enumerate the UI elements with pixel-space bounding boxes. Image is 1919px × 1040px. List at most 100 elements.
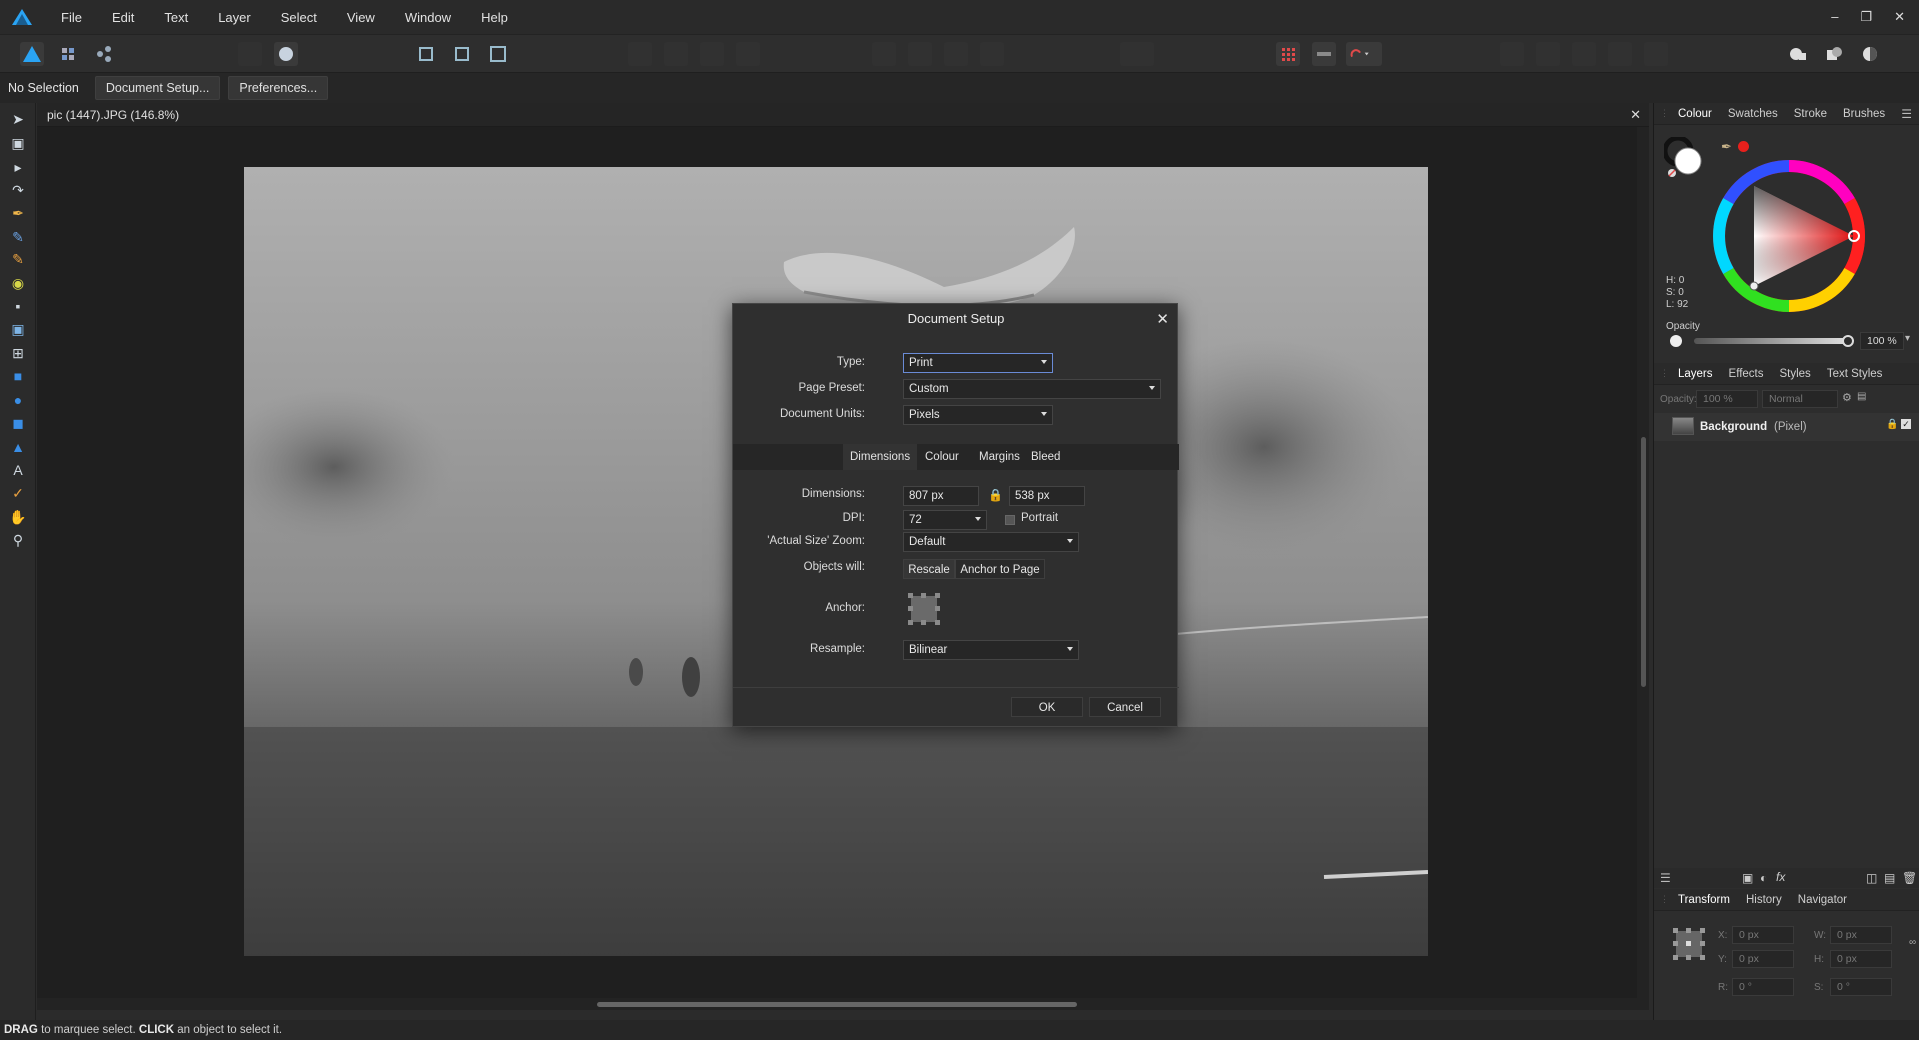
fill-stroke-swatches[interactable] [1662, 135, 1702, 177]
tab-history[interactable]: History [1738, 894, 1790, 906]
panel-grip-icon[interactable]: ⋮ [1660, 894, 1670, 905]
layer-row-background[interactable]: Background (Pixel) 🔒 ✓ [1654, 413, 1919, 441]
tab-colour[interactable]: Colour [918, 444, 966, 470]
artboard-tool-icon[interactable]: ▣ [8, 133, 28, 153]
transform-h-field[interactable]: 0 px [1830, 950, 1892, 968]
node-tool-icon[interactable]: ▸ [8, 157, 28, 177]
delete-layer-icon[interactable]: 🗑 [1902, 871, 1917, 885]
opacity-field[interactable]: 100 % [1860, 332, 1904, 350]
tab-dimensions[interactable]: Dimensions [843, 444, 918, 470]
document-setup-button[interactable]: Document Setup... [94, 76, 221, 100]
page-preset-dropdown[interactable]: Custom [903, 379, 1161, 399]
layers-stack-icon[interactable]: ☰ [1660, 871, 1671, 885]
pixel-persona-icon[interactable] [56, 42, 80, 66]
tab-text-styles[interactable]: Text Styles [1819, 368, 1891, 380]
tab-swatches[interactable]: Swatches [1720, 108, 1786, 120]
blend-mode-dropdown[interactable]: Normal [1762, 390, 1838, 408]
transform-x-field[interactable]: 0 px [1732, 926, 1794, 944]
menu-help[interactable]: Help [466, 10, 523, 25]
zoom-tool-icon[interactable]: ⚲ [8, 530, 28, 550]
portrait-checkbox[interactable] [1005, 515, 1015, 525]
restore-icon[interactable]: ❐ [1860, 9, 1872, 25]
layers-opacity-field[interactable]: 100 % [1696, 390, 1758, 408]
anchor-grid-icon[interactable] [907, 592, 941, 626]
menu-edit[interactable]: Edit [97, 10, 149, 25]
designer-persona-icon[interactable] [20, 42, 44, 66]
preferences-button[interactable]: Preferences... [228, 76, 329, 100]
tb-assistant-icon[interactable] [274, 42, 298, 66]
tab-transform[interactable]: Transform [1670, 894, 1738, 906]
corner-tool-icon[interactable]: ↷ [8, 180, 28, 200]
fill-tool-icon[interactable]: ◉ [8, 273, 28, 293]
gear-icon[interactable]: ⚙ [1842, 391, 1852, 404]
colour-picker-tool-icon[interactable]: ✓ [8, 483, 28, 503]
hand-tool-icon[interactable]: ✋ [8, 507, 28, 527]
group-layers-icon[interactable]: ▤ [1884, 871, 1895, 885]
lock-icon[interactable]: ▤ [1857, 391, 1866, 402]
selection-box-icon[interactable] [486, 42, 510, 66]
rescale-button[interactable]: Rescale [903, 559, 955, 579]
height-input[interactable]: 538 px [1009, 486, 1085, 506]
transform-s-field[interactable]: 0 ° [1830, 978, 1892, 996]
document-tab-title[interactable]: pic (1447).JPG (146.8%) [47, 108, 179, 122]
place-image-tool-icon[interactable]: ▣ [8, 319, 28, 339]
colour-mode-icon[interactable] [1858, 42, 1882, 66]
tab-margins[interactable]: Margins [972, 444, 1027, 470]
cancel-button[interactable]: Cancel [1089, 697, 1161, 717]
menu-file[interactable]: File [46, 10, 97, 25]
eyedropper-icon[interactable]: ✒ [1721, 139, 1732, 155]
colour-wheel[interactable] [1712, 159, 1866, 313]
snapping-magnet-icon[interactable] [1346, 42, 1382, 66]
horizontal-scroll-thumb[interactable] [597, 1002, 1077, 1007]
pen-tool-icon[interactable]: ✒ [8, 203, 28, 223]
text-tool-icon[interactable]: A [8, 460, 28, 480]
dialog-close-icon[interactable]: ✕ [1156, 310, 1169, 328]
export-persona-icon[interactable] [92, 42, 116, 66]
vertical-scrollbar[interactable] [1637, 127, 1649, 998]
quick-mask-icon[interactable] [1786, 42, 1810, 66]
transform-anchor-icon[interactable] [1672, 927, 1706, 961]
width-input[interactable]: 807 px [903, 486, 979, 506]
adjustment-layer-icon[interactable]: ◐ [1760, 871, 1767, 885]
link-icon[interactable]: ∞ [1909, 937, 1916, 948]
tab-effects[interactable]: Effects [1721, 368, 1772, 380]
layer-visibility-checkbox[interactable]: ✓ [1901, 419, 1911, 429]
rounded-rectangle-tool-icon[interactable]: ◼ [8, 413, 28, 433]
resample-dropdown[interactable]: Bilinear [903, 640, 1079, 660]
document-units-dropdown[interactable]: Pixels [903, 405, 1053, 425]
tab-bleed[interactable]: Bleed [1024, 444, 1067, 470]
ellipse-tool-icon[interactable]: ● [8, 390, 28, 410]
fx-icon[interactable]: fx [1776, 870, 1785, 884]
menu-view[interactable]: View [332, 10, 390, 25]
lock-icon[interactable]: 🔒 [988, 488, 1003, 502]
vector-brush-tool-icon[interactable]: ✎ [8, 249, 28, 269]
transform-mode-icon[interactable] [450, 42, 474, 66]
opacity-slider[interactable] [1694, 338, 1846, 344]
layer-lock-icon[interactable]: 🔒 [1886, 419, 1898, 430]
transparency-tool-icon[interactable]: ▪ [8, 296, 28, 316]
close-document-icon[interactable]: ✕ [1630, 107, 1641, 123]
actual-size-zoom-dropdown[interactable]: Default [903, 532, 1079, 552]
tab-layers[interactable]: Layers [1670, 368, 1721, 380]
add-layer-icon[interactable]: ◫ [1866, 871, 1877, 885]
guides-icon[interactable] [1312, 42, 1336, 66]
menu-layer[interactable]: Layer [203, 10, 266, 25]
picked-colour-swatch[interactable] [1738, 141, 1749, 152]
ok-button[interactable]: OK [1011, 697, 1083, 717]
panel-grip-icon[interactable]: ⋮ [1660, 368, 1670, 379]
transform-y-field[interactable]: 0 px [1732, 950, 1794, 968]
tab-stroke[interactable]: Stroke [1786, 108, 1835, 120]
mask-mode-icon[interactable] [1822, 42, 1846, 66]
pencil-tool-icon[interactable]: ✎ [8, 227, 28, 247]
minimize-icon[interactable]: – [1831, 9, 1838, 25]
transform-w-field[interactable]: 0 px [1830, 926, 1892, 944]
menu-window[interactable]: Window [390, 10, 466, 25]
rectangle-tool-icon[interactable]: ■ [8, 366, 28, 386]
grid-icon[interactable] [1276, 42, 1300, 66]
horizontal-scrollbar[interactable] [37, 998, 1649, 1010]
panel-grip-icon[interactable]: ⋮ [1660, 108, 1670, 119]
close-window-icon[interactable]: ✕ [1894, 9, 1905, 25]
transform-r-field[interactable]: 0 ° [1732, 978, 1794, 996]
panel-menu-icon[interactable]: ☰ [1901, 107, 1912, 121]
move-tool-icon[interactable]: ➤ [8, 109, 28, 129]
